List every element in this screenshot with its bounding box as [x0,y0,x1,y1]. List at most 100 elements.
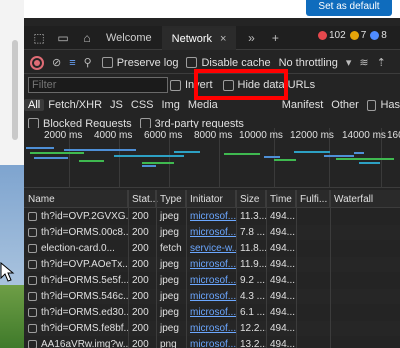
cell-initiator[interactable]: microsof... [186,273,236,288]
cell-initiator[interactable]: microsof... [186,305,236,320]
column-divider [128,190,129,348]
table-row[interactable]: th?id=ORMS.546c... 200 jpeg microsof... 4.3 … [24,289,400,304]
chevron-down-icon[interactable]: ▾ [346,56,352,69]
cell-status: 200 [128,225,156,240]
cell-text: jpeg [160,211,179,222]
wifi-icon[interactable]: ≋ [359,56,368,69]
cell-status: 200 [128,273,156,288]
cell-text: election-card.0... [41,243,115,254]
table-row[interactable]: th?id=ORMS.5e5f... 200 jpeg microsof... 9.2 … [24,273,400,288]
column-divider [186,190,187,348]
add-tab-icon[interactable]: + [266,29,284,47]
table-row[interactable]: AA16aVRw.img?w... 200 png microsof... 13.2..… [24,337,400,348]
type-js[interactable]: JS [106,99,127,111]
cell-text: microsof... [190,275,236,286]
cell-initiator[interactable]: microsof... [186,337,236,348]
cell-size: 9.2 ... [236,273,266,288]
search-icon[interactable]: ⚲ [84,56,92,69]
warning-count-value: 7 [360,30,367,41]
set-as-default-button[interactable]: Set as default [306,0,392,16]
column-type[interactable]: Type [156,190,186,208]
column-status[interactable]: Stat... [128,190,158,208]
cell-text: png [160,339,177,348]
cell-text: microsof... [190,227,236,238]
info-icon [370,31,380,40]
highlight-box [194,69,288,100]
column-name[interactable]: Name [24,190,128,208]
type-fetch-xhr[interactable]: Fetch/XHR [44,99,106,111]
cell-text: 12.2... [240,323,266,334]
cell-time: 494... [266,241,296,256]
cell-time: 494... [266,257,296,272]
cell-type: jpeg [156,289,186,304]
column-time[interactable]: Time [266,190,296,208]
cell-initiator[interactable]: microsof... [186,257,236,272]
disable-cache-label: Disable cache [201,56,271,69]
column-waterfall[interactable]: Waterfall [330,190,400,208]
throttling-select[interactable]: No throttling [279,57,338,69]
record-button[interactable] [30,55,44,70]
cell-initiator[interactable]: service-w... [186,241,236,256]
type-other[interactable]: Other [327,99,363,111]
invert-checkbox[interactable] [170,79,181,91]
cell-text: 4.3 ... [240,291,266,302]
column-initiator[interactable]: Initiator [186,190,236,208]
cell-text: 494... [270,259,296,270]
cell-status: 200 [128,209,156,224]
filter-input[interactable] [28,77,168,93]
type-img[interactable]: Img [158,99,184,111]
type-all[interactable]: All [24,99,45,111]
warning-count[interactable]: 7 [349,30,367,41]
type-css[interactable]: CSS [127,99,158,111]
cell-initiator[interactable]: microsof... [186,289,236,304]
table-row[interactable]: election-card.0... 200 fetch service-w... 11… [24,241,400,256]
has-blocked-cookies-checkbox[interactable] [366,99,377,111]
cell-time: 494... [266,225,296,240]
cell-initiator[interactable]: microsof... [186,209,236,224]
info-count[interactable]: 8 [370,30,387,41]
tab-network[interactable]: Network × [161,25,237,50]
cell-name: AA16aVRw.img?w... [24,337,128,348]
close-icon[interactable]: × [220,33,226,45]
clear-icon[interactable]: ⊘ [52,56,61,69]
network-overview-timeline[interactable]: 2000 ms 4000 ms 6000 ms 8000 ms 10000 ms… [24,128,400,188]
table-row[interactable]: th?id=ORMS.00c8... 200 jpeg microsof... 7.8 … [24,225,400,240]
cell-type: jpeg [156,225,186,240]
table-row[interactable]: th?id=ORMS.ed30... 200 jpeg microsof... 6.1 … [24,305,400,320]
inspect-element-icon[interactable]: ⬚ [30,29,48,47]
table-row[interactable]: th?id=OVP.AOeTx... 200 jpeg microsof... 11.9… [24,257,400,272]
table-row[interactable]: th?id=ORMS.fe8bf... 200 jpeg microsof... 12.… [24,321,400,336]
cell-initiator[interactable]: microsof... [186,225,236,240]
cell-text: microsof... [190,259,236,270]
upload-icon[interactable]: ⇡ [377,56,386,69]
row-file-icon [28,260,37,269]
cell-type: jpeg [156,209,186,224]
cell-text: 200 [132,339,149,348]
page-scrollbar[interactable] [12,40,18,140]
table-row[interactable]: th?id=OVP.2GVXG... 200 jpeg microsof... 11.3… [24,209,400,224]
home-icon[interactable]: ⌂ [78,29,96,47]
cell-size: 13.2... [236,337,266,348]
cell-text: 200 [132,259,149,270]
cell-status: 200 [128,321,156,336]
preserve-log-checkbox[interactable] [101,57,113,68]
cell-text: 200 [132,275,149,286]
cell-text: 200 [132,227,149,238]
type-manifest[interactable]: Manifest [278,99,328,111]
filter-icon[interactable]: ≡ [69,57,75,69]
cell-initiator[interactable]: microsof... [186,321,236,336]
device-emulation-icon[interactable]: ▭ [54,29,72,47]
tab-welcome[interactable]: Welcome [96,26,162,50]
timeline-tick: 6000 ms [144,130,183,141]
cell-text: 13.2... [240,339,266,348]
error-count[interactable]: 102 [318,30,346,41]
column-size[interactable]: Size [236,190,266,208]
row-file-icon [28,308,37,317]
column-fulfilled-by[interactable]: Fulfi... [296,190,330,208]
disable-cache-checkbox[interactable] [186,57,198,68]
cell-text: 494... [270,211,296,222]
preserve-log-label: Preserve log [116,56,179,69]
row-file-icon [28,324,37,333]
type-media[interactable]: Media [184,99,222,111]
more-tabs-icon[interactable]: » [242,29,260,47]
